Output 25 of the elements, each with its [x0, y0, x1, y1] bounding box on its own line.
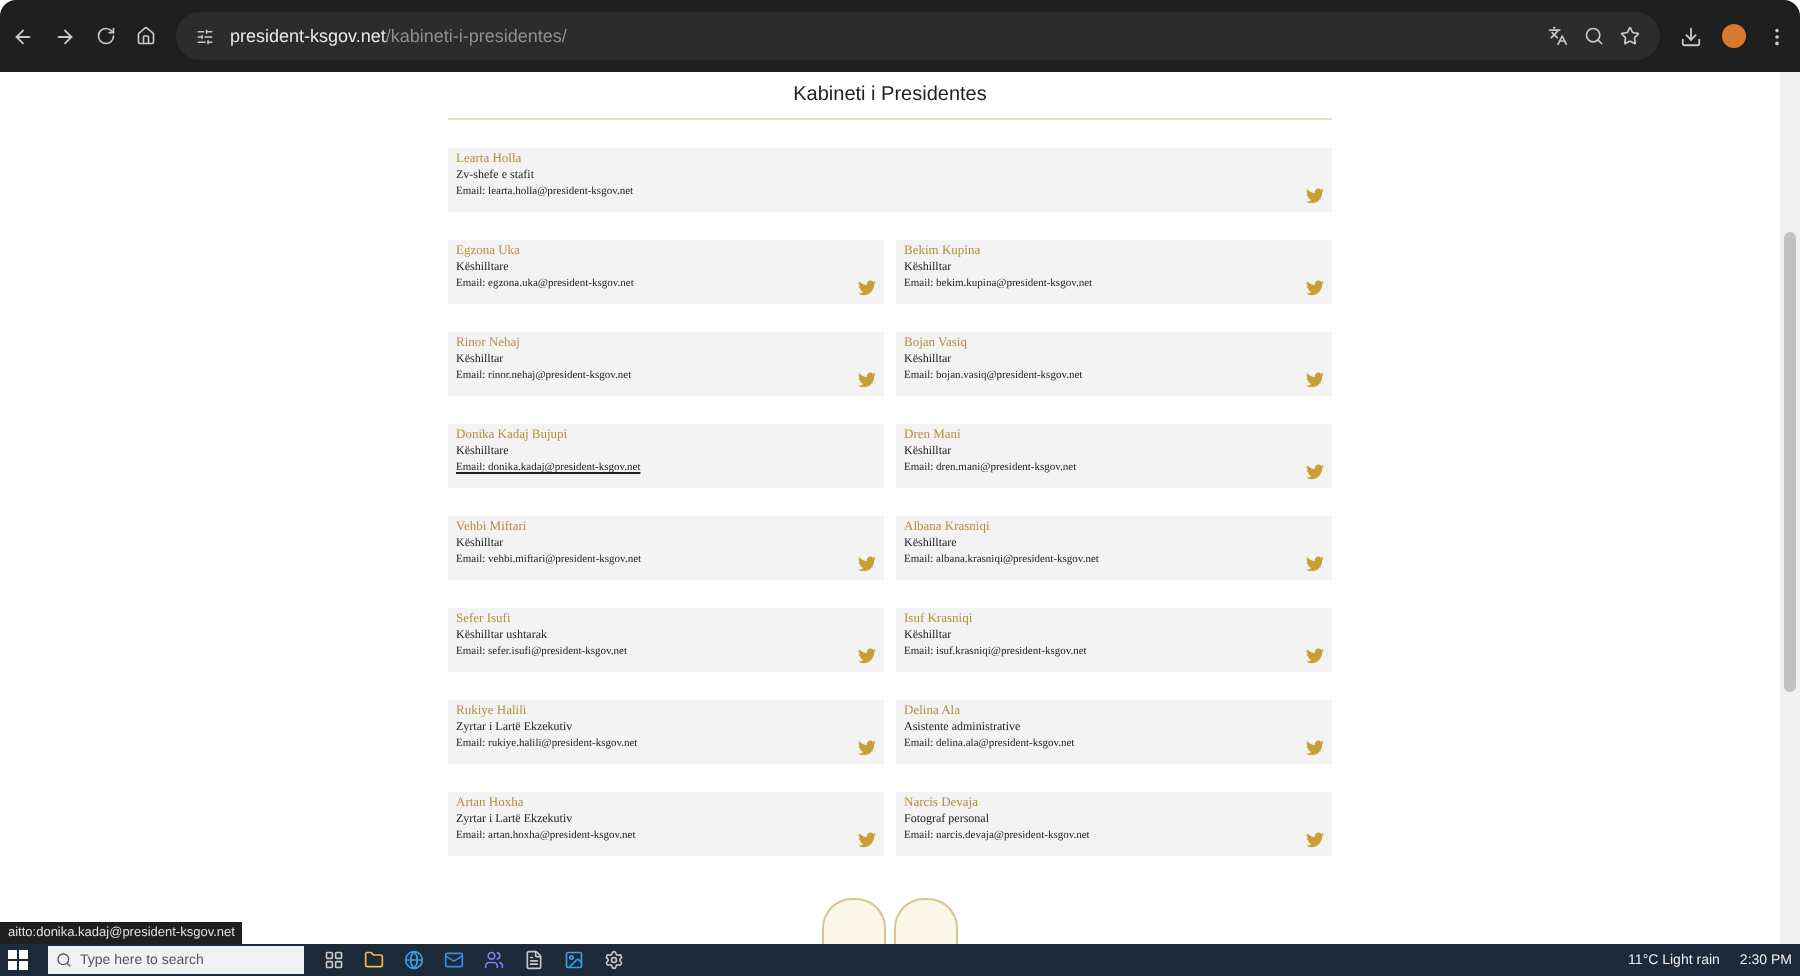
settings-icon[interactable]	[604, 950, 624, 970]
page-title: Kabineti i Presidentes	[793, 84, 987, 106]
people-icon[interactable]	[484, 950, 504, 970]
image-icon[interactable]	[564, 950, 584, 970]
home-icon[interactable]	[136, 26, 156, 46]
search-icon	[56, 952, 72, 968]
scrollbar[interactable]	[1780, 72, 1800, 944]
profile-avatar[interactable]	[1722, 24, 1746, 48]
address-bar[interactable]: president-ksgov.net/kabineti-i-presidentes/	[176, 12, 1660, 60]
star-icon[interactable]	[1620, 26, 1640, 46]
translate-icon[interactable]	[1548, 26, 1568, 46]
emblem-logo	[894, 898, 958, 944]
back-icon[interactable]	[12, 25, 34, 47]
globe-icon[interactable]	[404, 950, 424, 970]
windows-icon[interactable]	[8, 950, 28, 970]
zoom-icon[interactable]	[1584, 26, 1604, 46]
emblem-logo	[822, 898, 886, 944]
download-icon[interactable]	[1680, 25, 1702, 47]
document-icon[interactable]	[524, 950, 544, 970]
mail-icon[interactable]	[444, 950, 464, 970]
task-view-icon[interactable]	[324, 950, 344, 970]
folder-icon[interactable]	[364, 950, 384, 970]
site-settings-icon[interactable]	[196, 27, 214, 45]
forward-icon[interactable]	[54, 25, 76, 47]
reload-icon[interactable]	[96, 26, 116, 46]
